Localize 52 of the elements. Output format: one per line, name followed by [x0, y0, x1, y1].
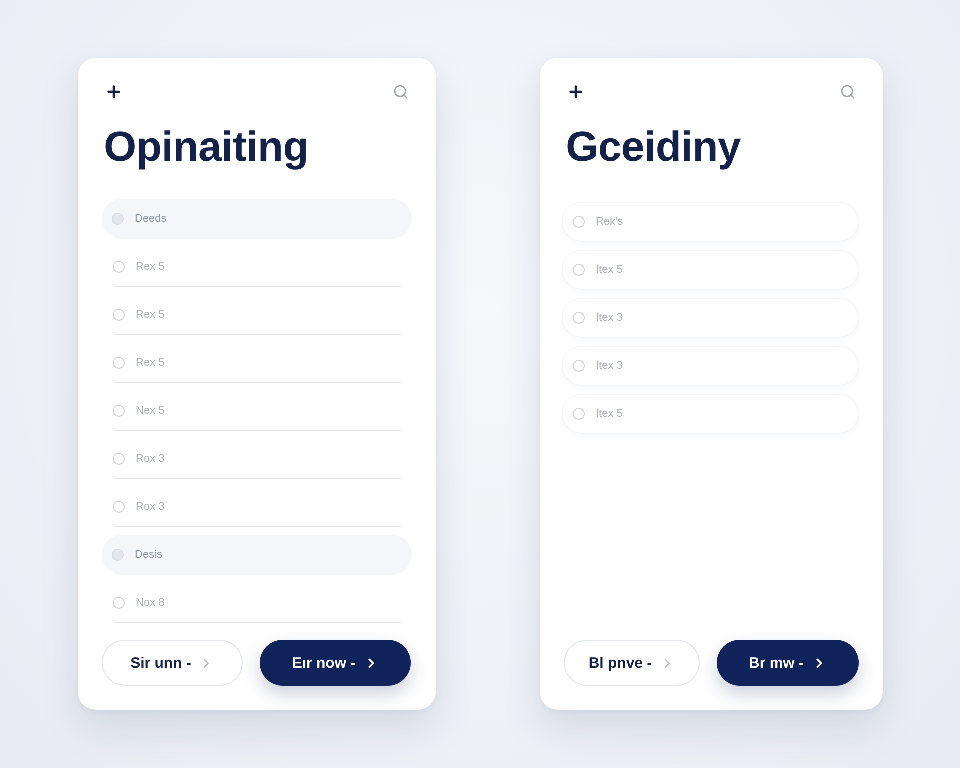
radio-button[interactable]	[113, 308, 125, 320]
list-item[interactable]: Desis	[102, 535, 412, 575]
secondary-button[interactable]: Sir unn -	[102, 640, 243, 686]
list-item[interactable]: Itex 3	[562, 346, 859, 386]
item-label: Itex 3	[596, 312, 623, 324]
list-item[interactable]: Rex 5	[113, 295, 401, 335]
item-label: Rek's	[596, 216, 624, 228]
item-label: Desis	[135, 549, 163, 561]
list-item[interactable]: Rex 5	[113, 343, 401, 383]
radio-button[interactable]	[573, 312, 585, 324]
item-label: Itex 5	[596, 264, 623, 276]
radio-button[interactable]	[112, 549, 124, 561]
list-item[interactable]: Itex 3	[562, 298, 859, 338]
radio-button[interactable]	[113, 356, 125, 368]
radio-button[interactable]	[573, 360, 585, 372]
item-label: Rex 5	[136, 260, 165, 272]
radio-button[interactable]	[113, 404, 125, 416]
list-item[interactable]: Deeds	[102, 199, 412, 239]
plus-icon[interactable]	[105, 83, 123, 101]
item-label: Rox 3	[136, 500, 165, 512]
radio-button[interactable]	[573, 264, 585, 276]
search-icon[interactable]	[840, 84, 856, 100]
radio-button[interactable]	[573, 408, 585, 420]
primary-button[interactable]: Br mw -	[717, 640, 859, 686]
radio-button[interactable]	[112, 213, 124, 225]
item-label: Rex 5	[136, 356, 165, 368]
item-label: Deeds	[135, 213, 167, 225]
list-item[interactable]: Itex 5	[562, 250, 859, 290]
item-label: Nox 8	[136, 596, 165, 608]
list-item[interactable]: Rox 3	[113, 439, 401, 479]
plus-icon[interactable]	[567, 83, 585, 101]
radio-button[interactable]	[113, 500, 125, 512]
item-label: Itex 3	[596, 360, 623, 372]
secondary-button[interactable]: Bl pnve -	[564, 640, 700, 686]
search-icon[interactable]	[393, 84, 409, 100]
item-label: Itex 5	[596, 408, 623, 420]
list-item[interactable]: Rox 3	[113, 487, 401, 527]
item-label: Rox 3	[136, 452, 165, 464]
radio-button[interactable]	[573, 216, 585, 228]
radio-button[interactable]	[113, 452, 125, 464]
radio-button[interactable]	[113, 596, 125, 608]
list-item[interactable]: Nox 8	[113, 583, 401, 623]
item-label: Rex 5	[136, 308, 165, 320]
list-item[interactable]: Rex 5	[113, 247, 401, 287]
radio-button[interactable]	[113, 260, 125, 272]
list-item[interactable]: Itex 5	[562, 394, 859, 434]
list-item[interactable]: Nex 5	[113, 391, 401, 431]
primary-button[interactable]: Eır now -	[260, 640, 411, 686]
card-title: Opinaiting	[104, 124, 309, 170]
list-item[interactable]: Rek's	[562, 202, 859, 242]
item-label: Nex 5	[136, 404, 165, 416]
card-title: Gceidiny	[566, 124, 741, 170]
